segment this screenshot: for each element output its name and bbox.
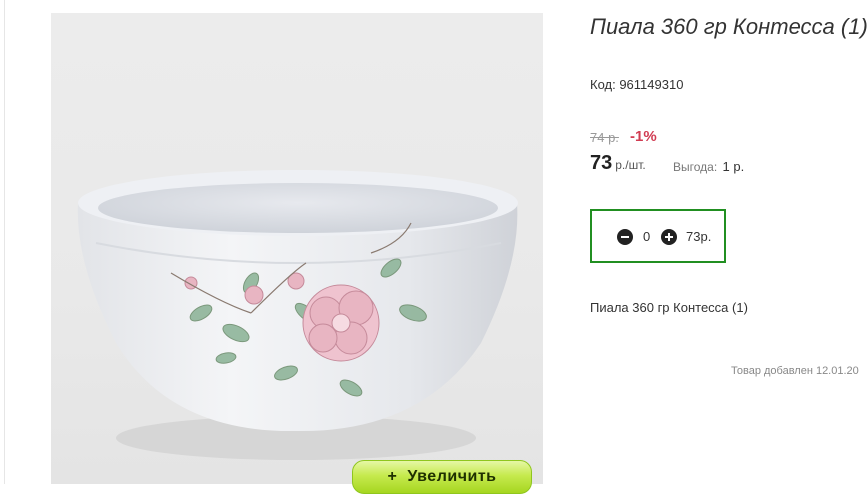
product-code: Код: 961149310 — [590, 77, 684, 92]
plus-circle-icon[interactable] — [661, 229, 677, 245]
plus-icon: + — [387, 468, 398, 485]
price-unit: р./шт. — [615, 158, 646, 172]
date-added: Товар добавлен 12.01.20 — [731, 365, 859, 377]
saving-value: 1 р. — [722, 159, 745, 174]
zoom-label: Увеличить — [407, 468, 497, 485]
discount-badge: -1% — [630, 128, 657, 145]
page-border — [4, 0, 5, 484]
zoom-button[interactable]: + Увеличить — [352, 460, 532, 494]
cart-sum: 73р. — [686, 229, 712, 244]
old-price: 74 р. — [590, 130, 619, 145]
cart-quantity-box: 0 73р. — [590, 209, 726, 263]
quantity-value[interactable]: 0 — [643, 229, 650, 244]
minus-icon[interactable] — [617, 229, 633, 245]
saving: Выгода: 1 р. — [673, 159, 744, 174]
price: 73 р./шт. — [590, 152, 646, 175]
product-title: Пиала 360 гр Контесса (1) — [590, 14, 868, 39]
product-image[interactable] — [51, 13, 543, 484]
saving-label: Выгода: — [673, 160, 718, 174]
product-description: Пиала 360 гр Контесса (1) — [590, 300, 748, 315]
bowl-illustration — [77, 170, 518, 460]
price-value: 73 — [590, 152, 613, 174]
